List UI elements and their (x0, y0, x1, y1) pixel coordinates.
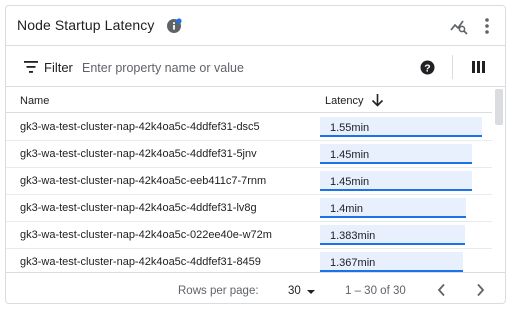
node-name-cell: gk3-wa-test-cluster-nap-42k4oa5c-4ddfef3… (20, 121, 260, 133)
dropdown-caret-icon (307, 290, 315, 294)
table-row[interactable]: gk3-wa-test-cluster-nap-42k4oa5c-4ddfef3… (6, 141, 492, 168)
info-icon[interactable] (166, 18, 182, 34)
latency-value: 1.45min (330, 176, 370, 188)
table-row[interactable]: gk3-wa-test-cluster-nap-42k4oa5c-4ddfef3… (6, 249, 492, 272)
arrow-down-icon[interactable] (371, 93, 384, 107)
latency-value: 1.367min (330, 257, 376, 269)
toolbar-divider (452, 55, 453, 79)
rows-per-page-select[interactable]: 30 (288, 284, 320, 300)
svg-text:?: ? (424, 62, 430, 74)
filter-bar: Filter ? (6, 47, 505, 87)
latency-value: 1.55min (330, 122, 370, 134)
node-name-cell: gk3-wa-test-cluster-nap-42k4oa5c-022ee40… (20, 229, 272, 241)
more-vert-icon[interactable] (480, 16, 494, 36)
chevron-right-icon[interactable] (474, 283, 486, 297)
column-header-latency[interactable]: Latency (325, 95, 364, 107)
scroll-thumb[interactable] (495, 89, 503, 125)
help-icon[interactable]: ? (420, 60, 435, 75)
node-name-cell: gk3-wa-test-cluster-nap-42k4oa5c-4ddfef3… (20, 256, 261, 268)
filter-label[interactable]: Filter (44, 60, 73, 75)
table-header: Name Latency (6, 88, 492, 113)
table-scrollbar[interactable] (494, 88, 504, 272)
table-row[interactable]: gk3-wa-test-cluster-nap-42k4oa5c-eeb411c… (6, 168, 492, 195)
explore-chart-icon[interactable] (450, 17, 468, 35)
column-picker-icon[interactable] (472, 61, 485, 73)
table-row[interactable]: gk3-wa-test-cluster-nap-42k4oa5c-4ddfef3… (6, 195, 492, 222)
table-row[interactable]: gk3-wa-test-cluster-nap-42k4oa5c-4ddfef3… (6, 114, 492, 141)
widget-header: Node Startup Latency (6, 6, 505, 46)
column-header-name[interactable]: Name (20, 95, 49, 107)
latency-value: 1.45min (330, 149, 370, 161)
latency-value: 1.4min (330, 203, 364, 215)
rows-per-page-label: Rows per page: (178, 285, 259, 297)
pagination-footer: Rows per page: 30 1 – 30 of 30 (6, 272, 505, 303)
node-name-cell: gk3-wa-test-cluster-nap-42k4oa5c-eeb411c… (20, 175, 267, 187)
latency-table: Name Latency gk3-wa-test-cluster-nap-42k… (6, 88, 492, 272)
latency-value: 1.383min (330, 230, 376, 242)
filter-icon[interactable] (24, 61, 38, 73)
chevron-left-icon[interactable] (436, 283, 448, 297)
rows-per-page-value: 30 (288, 285, 301, 297)
widget-title: Node Startup Latency (17, 17, 155, 33)
widget-card: Node Startup Latency Filter ? (5, 5, 506, 304)
filter-input[interactable] (82, 58, 402, 78)
table-row[interactable]: gk3-wa-test-cluster-nap-42k4oa5c-022ee40… (6, 222, 492, 249)
node-name-cell: gk3-wa-test-cluster-nap-42k4oa5c-4ddfef3… (20, 202, 257, 214)
node-name-cell: gk3-wa-test-cluster-nap-42k4oa5c-4ddfef3… (20, 148, 257, 160)
page-range-text: 1 – 30 of 30 (345, 285, 406, 297)
